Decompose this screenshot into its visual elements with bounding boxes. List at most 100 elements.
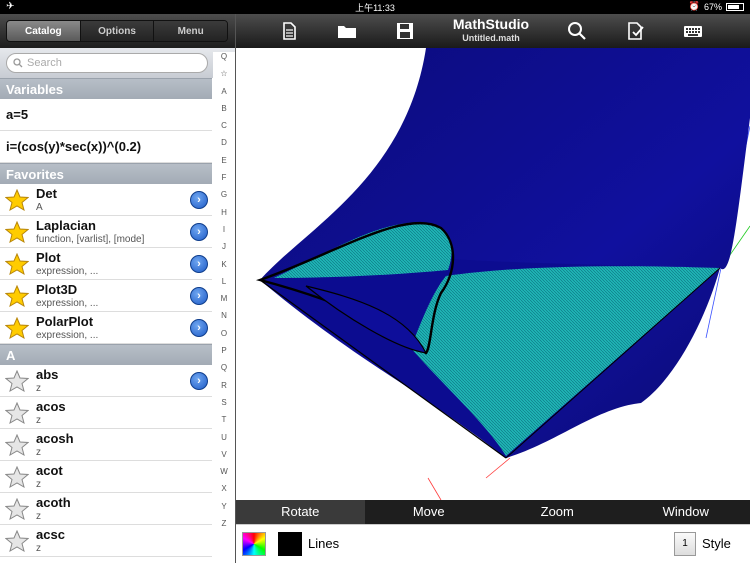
- index-letter[interactable]: X: [213, 484, 235, 501]
- battery-icon: [726, 2, 744, 11]
- index-letter[interactable]: Q: [213, 363, 235, 380]
- save-icon[interactable]: [394, 21, 416, 41]
- index-letter[interactable]: S: [213, 398, 235, 415]
- plot-canvas[interactable]: [236, 48, 750, 500]
- variable-row[interactable]: a=5: [0, 99, 212, 131]
- index-letter[interactable]: O: [213, 329, 235, 346]
- color-picker-button[interactable]: [242, 532, 266, 556]
- index-letter[interactable]: F: [213, 173, 235, 190]
- index-letter[interactable]: D: [213, 138, 235, 155]
- search-input[interactable]: Search: [6, 53, 208, 73]
- open-folder-icon[interactable]: [336, 21, 358, 41]
- favorite-star-icon[interactable]: [5, 253, 29, 275]
- list-item[interactable]: Det A ›: [0, 184, 212, 216]
- index-letter[interactable]: R: [213, 381, 235, 398]
- list-item[interactable]: abs z ›: [0, 365, 212, 397]
- star-outline-icon[interactable]: [5, 498, 29, 520]
- list-item[interactable]: acoth z: [0, 493, 212, 525]
- function-name: Plot: [36, 250, 61, 265]
- line-color-swatch[interactable]: [278, 532, 302, 556]
- index-letter[interactable]: I: [213, 225, 235, 242]
- function-name: acos: [36, 399, 66, 414]
- function-name: abs: [36, 367, 59, 382]
- function-args: z: [36, 511, 41, 522]
- star-outline-icon[interactable]: [5, 402, 29, 424]
- function-args: A: [36, 202, 43, 213]
- star-outline-icon[interactable]: [5, 434, 29, 456]
- detail-disclosure-icon[interactable]: ›: [190, 287, 208, 305]
- star-outline-icon[interactable]: [5, 370, 29, 392]
- list-item[interactable]: acosh z: [0, 429, 212, 461]
- catalog-list: Variables a=5 i=(cos(y)*sec(x))^(0.2) Fa…: [0, 78, 212, 557]
- status-time: 上午11:33: [355, 3, 395, 13]
- document-name: Untitled.math: [462, 33, 520, 43]
- index-letter[interactable]: C: [213, 121, 235, 138]
- index-letter[interactable]: B: [213, 104, 235, 121]
- index-letter[interactable]: A: [213, 87, 235, 104]
- detail-disclosure-icon[interactable]: ›: [190, 223, 208, 241]
- index-letter[interactable]: W: [213, 467, 235, 484]
- index-letter[interactable]: M: [213, 294, 235, 311]
- index-letter[interactable]: T: [213, 415, 235, 432]
- index-letter[interactable]: K: [213, 260, 235, 277]
- favorite-star-icon[interactable]: [5, 285, 29, 307]
- surface-plot: [255, 48, 750, 500]
- list-item[interactable]: Plot3D expression, ... ›: [0, 280, 212, 312]
- tab-catalog[interactable]: Catalog: [7, 21, 81, 41]
- index-letter[interactable]: G: [213, 190, 235, 207]
- rotate-mode-button[interactable]: Rotate: [236, 500, 365, 524]
- section-favorites: Favorites: [0, 163, 212, 184]
- zoom-mode-button[interactable]: Zoom: [493, 500, 622, 524]
- index-letter[interactable]: H: [213, 208, 235, 225]
- search-icon[interactable]: [566, 21, 588, 41]
- mode-bar: Rotate Move Zoom Window: [236, 500, 750, 524]
- lines-label[interactable]: Lines: [308, 536, 339, 551]
- index-letter[interactable]: P: [213, 346, 235, 363]
- index-letter[interactable]: V: [213, 450, 235, 467]
- window-mode-button[interactable]: Window: [622, 500, 750, 524]
- alphabet-index[interactable]: Q ☆ A B C D E F G H I J K L M N O P Q R S T U V W X Y Z: [213, 52, 235, 563]
- list-item[interactable]: Plot expression, ... ›: [0, 248, 212, 280]
- detail-disclosure-icon[interactable]: ›: [190, 255, 208, 273]
- style-label[interactable]: Style: [702, 536, 731, 551]
- favorite-star-icon[interactable]: [5, 189, 29, 211]
- style-number-button[interactable]: 1: [674, 532, 696, 556]
- star-outline-icon[interactable]: [5, 466, 29, 488]
- evaluate-document-icon[interactable]: [624, 21, 646, 41]
- index-letter[interactable]: ☆: [213, 69, 235, 86]
- keyboard-icon[interactable]: [682, 21, 704, 41]
- list-item[interactable]: acos z: [0, 397, 212, 429]
- function-args: expression, ...: [36, 266, 99, 277]
- favorite-star-icon[interactable]: [5, 221, 29, 243]
- list-item[interactable]: Laplacian function, [varlist], [mode] ›: [0, 216, 212, 248]
- variable-row[interactable]: i=(cos(y)*sec(x))^(0.2): [0, 131, 212, 163]
- search-placeholder: Search: [27, 57, 62, 69]
- function-name: Plot3D: [36, 282, 78, 297]
- index-letter[interactable]: L: [213, 277, 235, 294]
- index-letter[interactable]: N: [213, 311, 235, 328]
- list-item[interactable]: PolarPlot expression, ... ›: [0, 312, 212, 344]
- function-name: Det: [36, 186, 57, 201]
- function-name: acoth: [36, 495, 71, 510]
- index-letter[interactable]: E: [213, 156, 235, 173]
- move-mode-button[interactable]: Move: [365, 500, 494, 524]
- tab-menu[interactable]: Menu: [154, 21, 227, 41]
- index-letter[interactable]: Q: [213, 52, 235, 69]
- star-outline-icon[interactable]: [5, 530, 29, 552]
- index-letter[interactable]: U: [213, 433, 235, 450]
- tab-options[interactable]: Options: [80, 21, 155, 41]
- favorite-star-icon[interactable]: [5, 317, 29, 339]
- new-document-icon[interactable]: [278, 21, 300, 41]
- detail-disclosure-icon[interactable]: ›: [190, 372, 208, 390]
- detail-disclosure-icon[interactable]: ›: [190, 191, 208, 209]
- index-letter[interactable]: Y: [213, 502, 235, 519]
- axis-line: [485, 457, 511, 479]
- list-item[interactable]: acsc z: [0, 525, 212, 557]
- status-right: ⏰ 67%: [689, 1, 744, 12]
- main-toolbar: MathStudio Untitled.math: [236, 14, 750, 48]
- index-letter[interactable]: Z: [213, 519, 235, 536]
- detail-disclosure-icon[interactable]: ›: [190, 319, 208, 337]
- function-args: z: [36, 415, 41, 426]
- index-letter[interactable]: J: [213, 242, 235, 259]
- list-item[interactable]: acot z: [0, 461, 212, 493]
